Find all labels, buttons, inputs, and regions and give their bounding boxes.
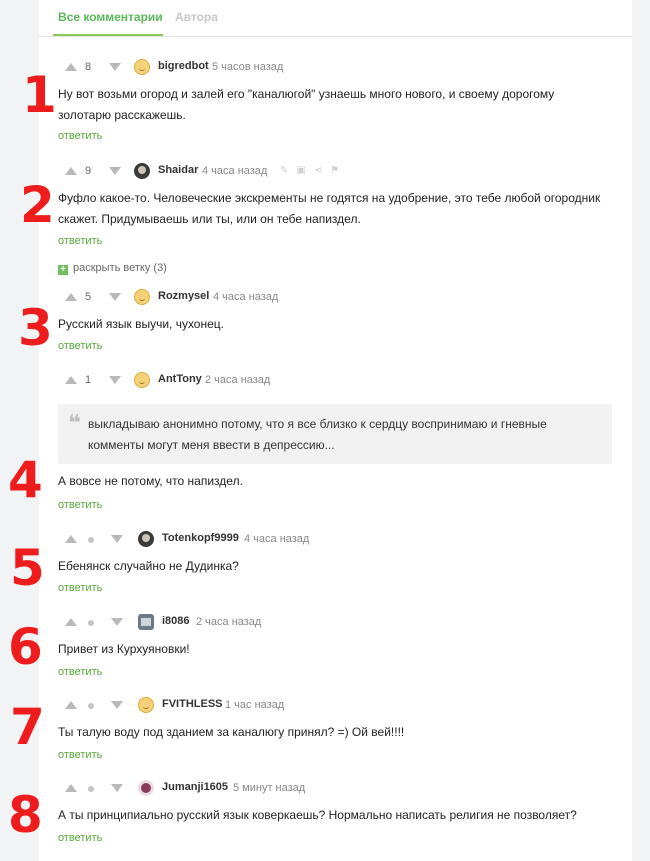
avatar[interactable] [134, 59, 150, 75]
comment-text: Ты талую воду под зданием за каналюгу пр… [58, 725, 405, 739]
comment-header: Jumanji1605 5 минут назад [0, 780, 650, 798]
comment-score: 5 [85, 291, 92, 303]
downvote-icon[interactable] [109, 376, 121, 384]
comment-author[interactable]: i8086 [162, 615, 190, 627]
comment-score: 1 [85, 374, 92, 386]
avatar[interactable] [134, 372, 150, 388]
comment-text: А вовсе не потому, что напиздел. [58, 474, 243, 488]
avatar[interactable] [138, 531, 154, 547]
comment-score: 9 [85, 165, 92, 177]
comment-time[interactable]: 4 часа назад [213, 291, 278, 303]
annotation-number: 3 [18, 299, 53, 357]
comment-text: Ну вот возьми огород и залей его "каналю… [58, 87, 555, 122]
avatar[interactable] [134, 163, 150, 179]
downvote-icon[interactable] [111, 784, 123, 792]
upvote-icon[interactable] [65, 167, 77, 175]
upvote-icon[interactable] [65, 618, 77, 626]
quote-block: ❝ выкладываю анонимно потому, что я все … [58, 404, 612, 464]
annotation-number: 8 [8, 786, 43, 844]
comment-header: Totenkopf9999 4 часа назад [0, 531, 650, 549]
comment-text: Ебенянск случайно не Дудинка? [58, 559, 239, 573]
quote-text: выкладываю анонимно потому, что я все бл… [88, 417, 547, 452]
tab-all-comments[interactable]: Все комментарии [58, 10, 163, 24]
reply-link[interactable]: ответить [58, 499, 102, 511]
comment-time[interactable]: 4 часа назад [244, 533, 309, 545]
comment-header: 1 AntTony 2 часа назад [0, 372, 650, 390]
expand-thread[interactable]: + раскрыть ветку (3) [58, 262, 167, 275]
upvote-icon[interactable] [65, 701, 77, 709]
reply-link[interactable]: ответить [58, 340, 102, 352]
comment-header: i8086 2 часа назад [0, 614, 650, 632]
comment-score: 8 [85, 61, 92, 73]
score-hidden-icon [88, 786, 94, 792]
score-hidden-icon [88, 703, 94, 709]
tab-author[interactable]: Автора [175, 10, 218, 24]
comment-author[interactable]: AntTony [158, 373, 202, 385]
quote-icon: ❝ [68, 410, 81, 435]
upvote-icon[interactable] [65, 784, 77, 792]
comment-time[interactable]: 4 часа назад [202, 165, 267, 177]
score-hidden-icon [88, 537, 94, 543]
comment-header: 5 Rozmysel 4 часа назад [0, 289, 650, 307]
downvote-icon[interactable] [111, 618, 123, 626]
plus-icon: + [58, 265, 68, 275]
avatar[interactable] [138, 697, 154, 713]
comment-time[interactable]: 1 час назад [225, 699, 284, 711]
comment-author[interactable]: FVITHLESS [162, 698, 223, 710]
annotation-number: 1 [22, 66, 57, 124]
reply-link[interactable]: ответить [58, 666, 102, 678]
avatar[interactable] [134, 289, 150, 305]
comment-text: Привет из Курхуяновки! [58, 642, 190, 656]
upvote-icon[interactable] [65, 535, 77, 543]
comment-text: Русский язык выучи, чухонец. [58, 317, 224, 331]
avatar[interactable] [138, 780, 154, 796]
comment-header: FVITHLESS 1 час назад [0, 697, 650, 715]
reply-link[interactable]: ответить [58, 832, 102, 844]
comment-text: Фуфло какое-то. Человеческие экскременты… [58, 191, 601, 226]
comment-text: А ты принципиально русский язык коверкае… [58, 808, 577, 822]
reply-link[interactable]: ответить [58, 235, 102, 247]
downvote-icon[interactable] [109, 167, 121, 175]
comment-author[interactable]: Totenkopf9999 [162, 532, 239, 544]
score-hidden-icon [88, 620, 94, 626]
comment-header: 8 bigredbot 5 часов назад [0, 59, 650, 77]
comment-author[interactable]: Jumanji1605 [162, 781, 228, 793]
annotation-number: 4 [8, 451, 43, 509]
downvote-icon[interactable] [109, 63, 121, 71]
active-tab-indicator [53, 34, 163, 36]
comment-time[interactable]: 2 часа назад [196, 616, 261, 628]
annotation-number: 2 [20, 176, 55, 234]
avatar[interactable] [138, 614, 154, 630]
comment-tabs: Все комментарии Автора [39, 0, 632, 37]
upvote-icon[interactable] [65, 63, 77, 71]
reply-link[interactable]: ответить [58, 130, 102, 142]
comment-time[interactable]: 2 часа назад [205, 374, 270, 386]
reply-link[interactable]: ответить [58, 749, 102, 761]
downvote-icon[interactable] [111, 701, 123, 709]
comment-header: 9 Shaidar 4 часа назад ✎▣⋖⚑ [0, 163, 650, 181]
annotation-number: 6 [8, 618, 43, 676]
expand-thread-label: раскрыть ветку (3) [73, 262, 167, 274]
downvote-icon[interactable] [109, 293, 121, 301]
comment-tools[interactable]: ✎▣⋖⚑ [280, 165, 347, 176]
comment-author[interactable]: bigredbot [158, 60, 209, 72]
upvote-icon[interactable] [65, 293, 77, 301]
comment-time[interactable]: 5 минут назад [233, 782, 305, 794]
annotation-number: 5 [10, 539, 45, 597]
comment-author[interactable]: Rozmysel [158, 290, 209, 302]
comment-author[interactable]: Shaidar [158, 164, 198, 176]
annotation-number: 7 [10, 698, 45, 756]
comment-time[interactable]: 5 часов назад [212, 61, 283, 73]
downvote-icon[interactable] [111, 535, 123, 543]
reply-link[interactable]: ответить [58, 582, 102, 594]
upvote-icon[interactable] [65, 376, 77, 384]
